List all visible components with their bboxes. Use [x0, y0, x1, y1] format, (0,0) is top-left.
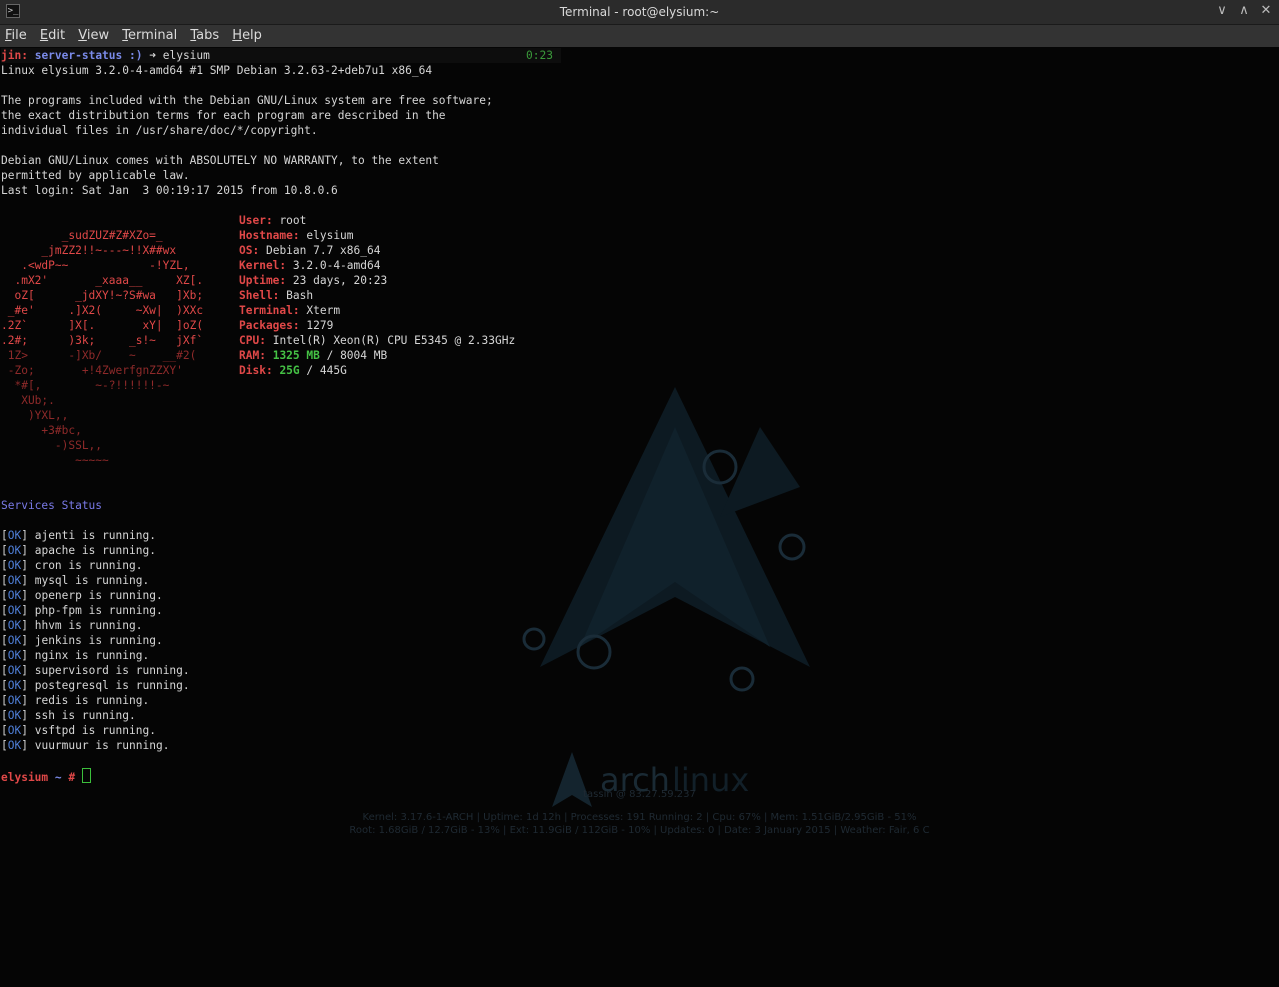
ascii-logo-line: +3#bc,: [1, 424, 82, 437]
text-cursor[interactable]: [81, 768, 91, 783]
sysinfo-shell: Shell: Bash: [239, 289, 314, 302]
service-row: [OK] supervisord is running.: [1, 664, 190, 677]
ascii-logo-line: )YXL,,: [1, 409, 69, 422]
service-row: [OK] cron is running.: [1, 559, 143, 572]
ascii-logo-line: _sudZUZ#Z#XZo=_: [1, 229, 163, 242]
service-row: [OK] postegresql is running.: [1, 679, 190, 692]
service-row: [OK] vuurmuur is running.: [1, 739, 170, 752]
ascii-logo-line: .2Z` ]X[. xY| ]oZ(: [1, 319, 204, 332]
menu-terminal[interactable]: Terminal: [117, 25, 181, 43]
sysinfo-user: User: root: [239, 214, 307, 227]
shell-prompt[interactable]: elysium ~ #: [1, 768, 91, 784]
conky-stats-line2: Root: 1.68GiB / 12.7GiB - 13% | Ext: 11.…: [349, 825, 930, 836]
sysinfo-os: OS: Debian 7.7 x86_64: [239, 244, 381, 257]
ascii-logo-line: 1Z> -]Xb/ ~ __#2(: [1, 349, 197, 362]
sysinfo-packages: Packages: 1279: [239, 319, 334, 332]
minimize-icon[interactable]: ∨: [1215, 3, 1229, 18]
prompt-dir: server-status :): [34, 49, 143, 62]
service-row: [OK] jenkins is running.: [1, 634, 163, 647]
close-icon[interactable]: ✕: [1259, 3, 1273, 18]
motd-line: individual files in /usr/share/doc/*/cop…: [1, 124, 318, 137]
sysinfo-ram: RAM: 1325 MB / 8004 MB: [239, 349, 388, 362]
maximize-icon[interactable]: ∧: [1237, 3, 1251, 18]
ascii-logo-line: ~~~~~: [1, 454, 109, 467]
window-controls: ∨ ∧ ✕: [1215, 3, 1273, 18]
ascii-logo-line: .<wdP~~ -!YZL,: [1, 259, 190, 272]
menu-bar: File Edit View Terminal Tabs Help: [0, 25, 1279, 47]
service-row: [OK] ssh is running.: [1, 709, 136, 722]
service-row: [OK] redis is running.: [1, 694, 150, 707]
terminal-area[interactable]: arch linux tassin @ 83.27.59.237 Kernel:…: [0, 47, 1279, 987]
sysinfo-cpu: CPU: Intel(R) Xeon(R) CPU E5345 @ 2.33GH…: [239, 334, 516, 347]
ascii-logo-line: -)SSL,,: [1, 439, 103, 452]
ascii-logo-line: .2#; )3k; _s!~ jXf`: [1, 334, 204, 347]
services-title: Services Status: [1, 499, 103, 512]
prompt-timer: 0:23: [526, 49, 553, 62]
sysinfo-hostname: Hostname: elysium: [239, 229, 354, 242]
menu-tabs[interactable]: Tabs: [185, 25, 223, 43]
motd-line: Debian GNU/Linux comes with ABSOLUTELY N…: [1, 154, 439, 167]
prompt-user: jin:: [1, 49, 28, 62]
wallpaper-art: [522, 387, 810, 692]
sysinfo-kernel: Kernel: 3.2.0-4-amd64: [239, 259, 381, 272]
ascii-logo-line: -Zo; +!4ZwerfgnZZXY': [1, 364, 183, 377]
service-row: [OK] nginx is running.: [1, 649, 150, 662]
sysinfo-disk: Disk: 25G / 445G: [239, 364, 347, 377]
conky-ip: tassin @ 83.27.59.237: [583, 789, 696, 800]
service-row: [OK] mysql is running.: [1, 574, 150, 587]
service-row: [OK] php-fpm is running.: [1, 604, 163, 617]
motd-line: the exact distribution terms for each pr…: [1, 109, 446, 122]
ascii-logo-line: _jmZZ2!!~---~!!X##wx: [1, 244, 177, 257]
uname-output: Linux elysium 3.2.0-4-amd64 #1 SMP Debia…: [1, 64, 433, 77]
service-row: [OK] ajenti is running.: [1, 529, 156, 542]
menu-help[interactable]: Help: [227, 25, 266, 43]
motd-line: permitted by applicable law.: [1, 169, 190, 182]
service-row: [OK] hhvm is running.: [1, 619, 143, 632]
service-row: [OK] apache is running.: [1, 544, 156, 557]
service-row: [OK] openerp is running.: [1, 589, 163, 602]
title-bar[interactable]: >_ Terminal - root@elysium:~ ∨ ∧ ✕: [0, 0, 1279, 25]
service-row: [OK] vsftpd is running.: [1, 724, 156, 737]
menu-view[interactable]: View: [73, 25, 113, 43]
prompt-command: elysium: [162, 49, 210, 62]
ascii-logo-line: *#[, ~-?!!!!!!-~: [1, 379, 170, 392]
sysinfo-terminal: Terminal: Xterm: [239, 304, 341, 317]
window-title: Terminal - root@elysium:~: [559, 5, 720, 19]
ascii-logo-line: XUb;.: [1, 394, 55, 407]
conky-stats-line1: Kernel: 3.17.6-1-ARCH | Uptime: 1d 12h |…: [362, 812, 917, 823]
sysinfo-uptime: Uptime: 23 days, 20:23: [239, 274, 388, 287]
menu-edit[interactable]: Edit: [35, 25, 69, 43]
ascii-logo-line: oZ[ _jdXY!~?S#wa ]Xb;: [1, 289, 204, 302]
ascii-logo-line: _#e' .]X2( ~Xw| )XXc: [1, 304, 204, 317]
last-login: Last login: Sat Jan 3 00:19:17 2015 from…: [1, 184, 338, 197]
prompt-line: jin: server-status :) ➜ elysium 0:23: [1, 48, 561, 63]
arch-logo-icon: arch linux: [552, 752, 749, 807]
motd-line: The programs included with the Debian GN…: [1, 94, 493, 107]
ascii-logo-line: .mX2' _xaaa__ XZ[.: [1, 274, 204, 287]
menu-file[interactable]: File: [0, 25, 31, 43]
prompt-arrow-icon: ➜: [149, 49, 156, 62]
